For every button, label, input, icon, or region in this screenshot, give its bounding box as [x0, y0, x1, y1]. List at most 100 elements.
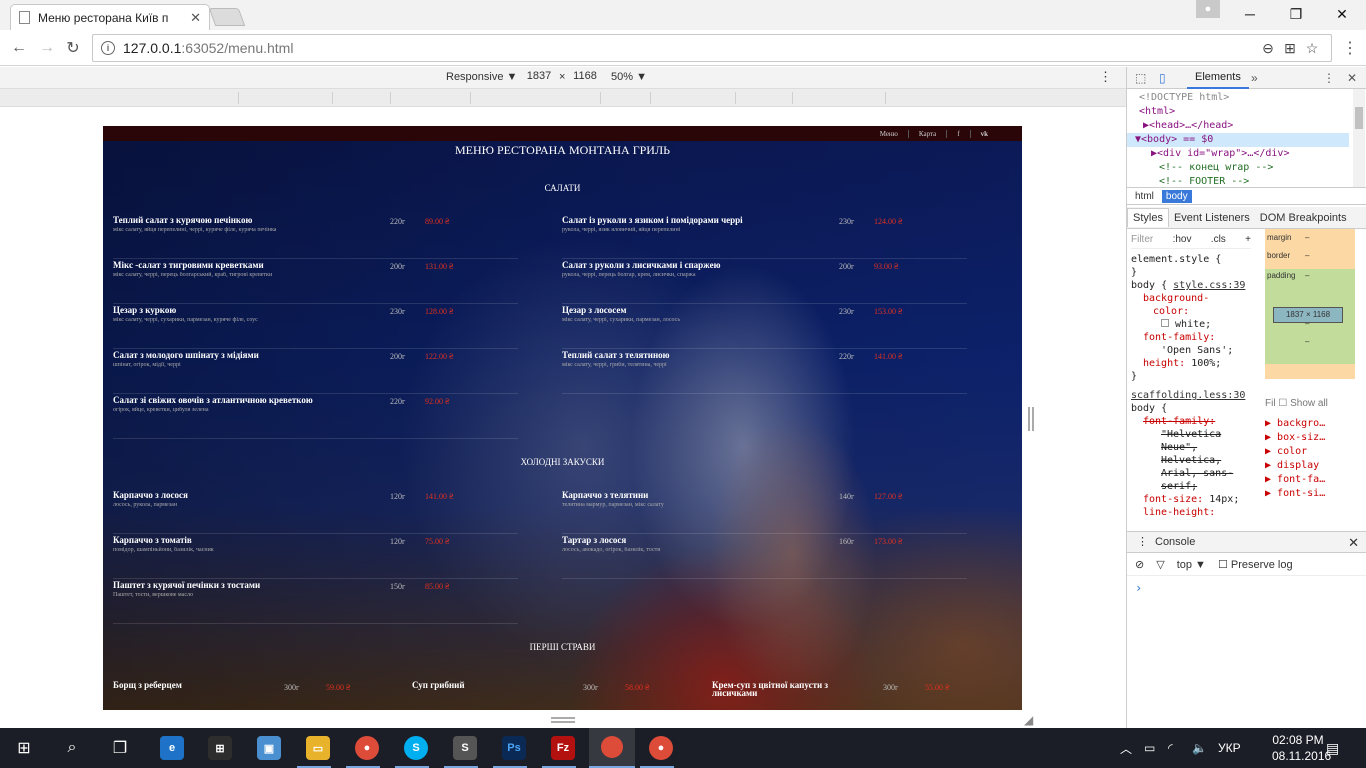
computed-prop[interactable]: ▶ font-fa… — [1265, 473, 1355, 487]
tab-elements[interactable]: Elements — [1187, 67, 1249, 89]
dom-node[interactable]: ▶<div id="wrap">…</div> — [1139, 147, 1349, 161]
filezilla-icon[interactable]: Fz — [551, 736, 575, 760]
add-rule-icon[interactable]: + — [1245, 233, 1251, 246]
dom-scrollbar[interactable] — [1353, 89, 1365, 187]
more-tabs-icon[interactable]: » — [1251, 71, 1258, 85]
chrome-icon[interactable]: ● — [355, 736, 379, 760]
profile-icon[interactable]: ● — [1196, 0, 1220, 18]
new-tab-button[interactable] — [208, 8, 246, 26]
css-value[interactable]: "Helvetica — [1131, 428, 1251, 441]
css-prop-line[interactable]: height: 100%; — [1131, 357, 1251, 370]
hov-toggle[interactable]: :hov — [1173, 233, 1192, 246]
browser-tab[interactable]: Меню ресторана Київ п ✕ — [10, 4, 210, 30]
devtools-menu-icon[interactable]: ⋮ — [1323, 71, 1335, 85]
file-explorer-icon[interactable]: ▭ — [306, 736, 330, 760]
css-prop[interactable]: background- — [1131, 292, 1251, 305]
volume-icon[interactable]: 🔈 — [1192, 728, 1207, 768]
chrome-active-icon[interactable] — [589, 728, 635, 768]
device-height-input[interactable]: 1168 — [566, 70, 604, 86]
tab-dom-breakpoints[interactable]: DOM Breakpoints — [1255, 209, 1352, 227]
device-toolbar-menu-icon[interactable]: ⋮ — [1099, 69, 1112, 85]
edge-icon[interactable]: e — [160, 736, 184, 760]
computed-prop[interactable]: ▶ box-siz… — [1265, 431, 1355, 445]
css-prop-line[interactable]: font-size: 14px; — [1131, 493, 1251, 506]
console-prompt[interactable]: › — [1135, 581, 1142, 595]
translate-icon[interactable]: ⊞ — [1279, 38, 1301, 58]
device-width-input[interactable]: 1837 — [520, 70, 558, 86]
forward-icon[interactable]: → — [36, 38, 58, 58]
rule-source[interactable]: scaffolding.less:30 — [1131, 389, 1251, 402]
device-zoom-select[interactable]: 50% ▼ — [611, 71, 647, 83]
computed-prop[interactable]: ▶ color — [1265, 445, 1355, 459]
inspect-icon[interactable]: ⬚ — [1135, 71, 1146, 85]
css-value[interactable]: Neue", — [1131, 441, 1251, 454]
resize-handle-right[interactable] — [1028, 407, 1034, 431]
chrome-icon[interactable]: ● — [649, 736, 673, 760]
device-toggle-icon[interactable]: ▯ — [1159, 71, 1166, 85]
dom-node-selected[interactable]: ▼<body> == $0 — [1127, 133, 1349, 147]
info-icon[interactable]: i — [101, 41, 115, 55]
photoshop-icon[interactable]: Ps — [502, 736, 526, 760]
vk-icon[interactable]: vk — [969, 129, 998, 138]
console-close-icon[interactable]: ✕ — [1348, 535, 1359, 551]
computed-prop[interactable]: ▶ backgro… — [1265, 417, 1355, 431]
crumb-body[interactable]: body — [1161, 189, 1192, 203]
search-icon[interactable]: ⌕ — [60, 736, 84, 760]
computed-prop[interactable]: ▶ display — [1265, 459, 1355, 473]
crumb-html[interactable]: html — [1131, 190, 1158, 203]
css-value[interactable]: Helvetica, — [1131, 454, 1251, 467]
dom-comment[interactable]: <!-- конец wrap --> — [1139, 161, 1349, 175]
tab-event-listeners[interactable]: Event Listeners — [1169, 209, 1255, 227]
site-nav-menu[interactable]: Меню — [870, 130, 908, 138]
wifi-icon[interactable]: ◜ — [1168, 728, 1173, 768]
computed-prop[interactable]: ▶ font-si… — [1265, 487, 1355, 501]
dom-node[interactable]: <html> — [1139, 105, 1349, 119]
bookmark-star-icon[interactable]: ☆ — [1301, 38, 1323, 58]
clock[interactable]: 02:08 PM 08.11.2016 — [1272, 732, 1331, 764]
css-prop[interactable]: line-height: — [1131, 506, 1251, 519]
drawer-menu-icon[interactable]: ⋮ — [1137, 535, 1148, 548]
back-icon[interactable]: ← — [8, 38, 30, 58]
preserve-log-checkbox[interactable]: ☐ Preserve log — [1218, 558, 1293, 571]
tab-styles[interactable]: Styles — [1127, 208, 1169, 227]
maximize-button[interactable]: ❐ — [1282, 0, 1310, 28]
app-icon[interactable]: ▣ — [257, 736, 281, 760]
skype-icon[interactable]: S — [404, 736, 428, 760]
dom-node[interactable]: ▶<head>…</head> — [1139, 119, 1349, 133]
dom-node[interactable]: <!DOCTYPE html> — [1139, 91, 1349, 105]
resize-handle-bottom[interactable] — [551, 717, 575, 723]
close-window-button[interactable]: ✕ — [1328, 0, 1356, 28]
reload-icon[interactable]: ↻ — [62, 38, 84, 58]
css-prop[interactable]: font-family: — [1131, 331, 1251, 344]
css-value[interactable]: 'Open Sans'; — [1131, 344, 1251, 357]
computed-filter-input[interactable]: Fil — [1265, 398, 1276, 409]
css-value[interactable]: serif; — [1131, 480, 1251, 493]
address-bar[interactable]: i 127.0.0.1:63052/menu.html ⊖ ⊞ ☆ — [92, 34, 1332, 62]
css-prop[interactable]: font-family: — [1131, 415, 1251, 428]
tab-close-icon[interactable]: ✕ — [190, 10, 201, 26]
site-nav-map[interactable]: Карта — [907, 129, 946, 138]
css-value[interactable]: Arial, sans- — [1131, 467, 1251, 480]
store-icon[interactable]: ⊞ — [208, 736, 232, 760]
zoom-icon[interactable]: ⊖ — [1257, 38, 1279, 58]
tray-chevron-icon[interactable]: ︿ — [1120, 728, 1132, 768]
task-view-icon[interactable]: ❐ — [108, 736, 132, 760]
devtools-close-icon[interactable]: ✕ — [1347, 71, 1357, 85]
facebook-icon[interactable]: f — [946, 129, 969, 138]
resize-corner-handle[interactable]: ◢ — [1024, 713, 1033, 727]
css-prop[interactable]: color: — [1131, 305, 1251, 318]
cls-toggle[interactable]: .cls — [1211, 233, 1226, 246]
css-value[interactable]: white; — [1131, 318, 1251, 331]
browser-menu-icon[interactable]: ⋮ — [1340, 38, 1360, 58]
action-center-icon[interactable]: ▤ — [1326, 728, 1339, 768]
minimize-button[interactable]: ─ — [1236, 0, 1264, 28]
filter-icon[interactable]: ▽ — [1156, 558, 1164, 571]
clear-console-icon[interactable]: ⊘ — [1135, 558, 1144, 571]
dom-comment[interactable]: <!-- FOOTER --> — [1139, 175, 1349, 187]
language-indicator[interactable]: УКР — [1218, 728, 1241, 768]
device-mode-select[interactable]: Responsive ▼ — [446, 71, 517, 83]
tab-console[interactable]: Console — [1155, 536, 1195, 548]
network-icon[interactable]: ▭ — [1144, 728, 1155, 768]
windows-start-icon[interactable]: ⊞ — [12, 736, 36, 760]
styles-filter-input[interactable]: Filter — [1131, 233, 1153, 246]
